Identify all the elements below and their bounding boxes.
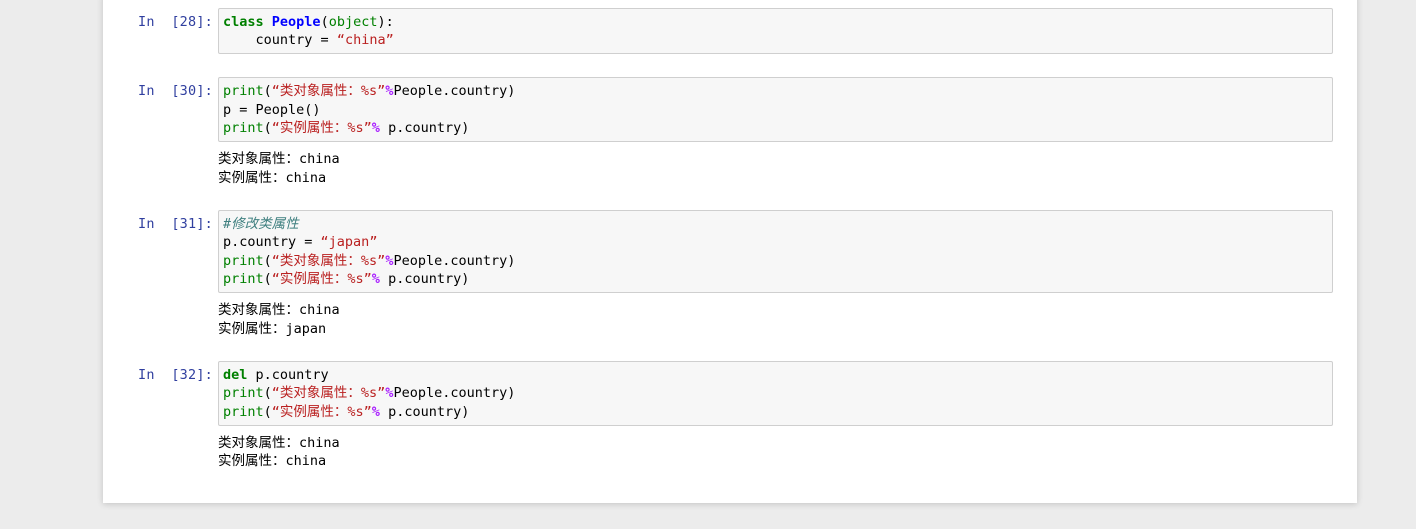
code-token: del [223,367,248,384]
stdout-output-area: 类对象属性：china 实例属性：japan [218,293,1333,338]
code-token: “japan” [320,234,378,251]
code-token: p.country) [379,270,470,287]
code-token: ( [320,14,329,30]
code-token: ): [377,14,394,30]
code-token: print [223,83,264,100]
code-token: ( [263,83,272,100]
code-token: #修改类属性 [223,216,299,233]
cell-output-row: 类对象属性：china 实例属性：china [103,142,1357,187]
code-input-area[interactable]: del p.country print(“类对象属性：%s”% People.co… [218,361,1333,426]
code-token: “类对象属性：%s” [271,83,386,100]
code-token: = [320,32,329,49]
code-token: print [223,252,264,269]
code-token: print [223,119,264,136]
code-token: print [223,403,264,420]
code-token: % [371,403,380,420]
cell-input-row: In [28]: class People(object): country = … [103,8,1357,55]
code-token: “类对象属性：%s” [271,252,386,269]
stdout-text: 类对象属性：china 实例属性：japan [218,302,340,337]
code-token: ( [263,270,272,287]
code-token: p.country = [223,234,321,251]
code-token: p.country) [379,403,470,420]
input-prompt: In [28]: [138,14,213,30]
notebook-cell[interactable]: In [32]: del p.country print(“类对象属性：%s”% P… [103,361,1357,471]
code-token: % [371,119,380,136]
stdout-output-area: 类对象属性：china 实例属性：china [218,142,1333,187]
stdout-text: 类对象属性：china 实例属性：china [218,434,340,470]
code-token: print [223,270,264,287]
code-token: “实例属性：%s” [271,119,372,136]
code-token: People.country) [393,385,516,402]
cell-output-row: 类对象属性：china 实例属性：china [103,426,1357,471]
input-prompt: In [30]: [138,83,213,100]
code-token: “实例属性：%s” [271,270,372,287]
code-token: People.country) [393,252,516,269]
notebook-cell-container: In [28]: class People(object): country = … [103,0,1357,471]
code-token: ( [263,385,272,402]
cell-input-row: In [32]: del p.country print(“类对象属性：%s”% P… [103,361,1357,426]
code-source[interactable]: #修改类属性 p.country = “japan” print(“类对象属性：… [223,215,1328,288]
code-source[interactable]: class People(object): country = “china” [223,13,1328,49]
cell-input-row: In [30]: print(“类对象属性：%s”%People.country)… [103,77,1357,143]
code-token: class [223,14,264,30]
code-input-area[interactable]: #修改类属性 p.country = “japan” print(“类对象属性：… [218,210,1333,294]
code-token: object [328,14,378,30]
code-source[interactable]: del p.country print(“类对象属性：%s”% People.co… [223,366,1328,421]
input-prompt: In [31]: [138,216,213,233]
code-input-area[interactable]: class People(object): country = “china” [218,8,1333,55]
code-token: ( [263,119,272,136]
code-token: People [271,14,321,30]
code-token: print [223,385,264,402]
stdout-text: 类对象属性：china 实例属性：china [218,151,340,186]
notebook-page: In [28]: class People(object): country = … [103,0,1357,503]
stdout-output-area: 类对象属性：china 实例属性：china [218,426,1333,471]
output-prompt [103,293,218,298]
code-token: % [371,270,380,287]
output-prompt [103,426,218,431]
notebook-cell[interactable]: In [30]: print(“类对象属性：%s”%People.country)… [103,77,1357,187]
code-token: p.country [247,367,329,384]
code-token: People.country) [393,83,516,100]
cell-output-row: 类对象属性：china 实例属性：japan [103,293,1357,338]
code-token: p.country) [379,119,470,136]
code-token: “实例属性：%s” [271,403,372,420]
code-token: ( [263,403,272,420]
code-token: “类对象属性：%s” [271,385,386,402]
code-token: p = People() [223,101,321,118]
code-token: country [223,32,321,49]
code-token: “china” [336,32,394,49]
code-token: ( [263,252,272,269]
code-input-area[interactable]: print(“类对象属性：%s”%People.country) p = Peo… [218,77,1333,143]
cell-input-row: In [31]: #修改类属性 p.country = “japan” print… [103,210,1357,294]
notebook-cell[interactable]: In [28]: class People(object): country = … [103,8,1357,55]
input-prompt: In [32]: [138,367,213,384]
notebook-cell[interactable]: In [31]: #修改类属性 p.country = “japan” print… [103,210,1357,338]
code-source[interactable]: print(“类对象属性：%s”%People.country) p = Peo… [223,82,1328,137]
output-prompt [103,142,218,147]
